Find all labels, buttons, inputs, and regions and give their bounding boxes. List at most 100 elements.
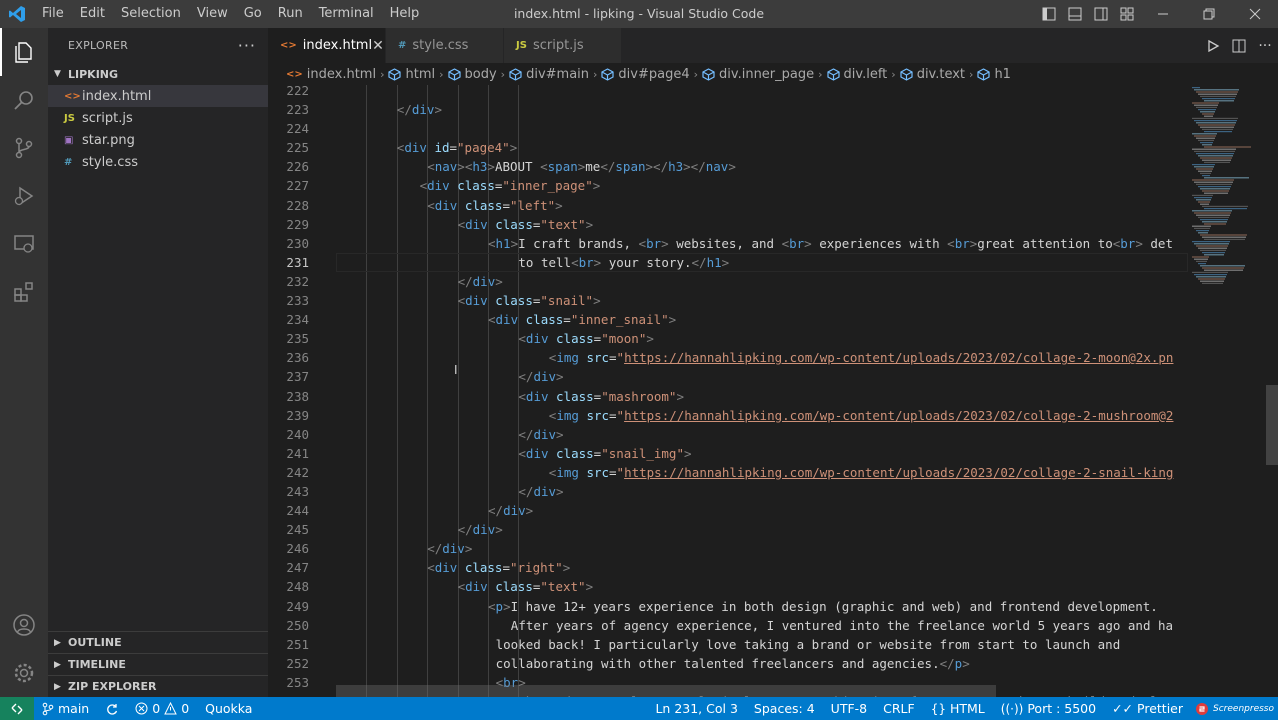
menu-item-edit[interactable]: Edit	[72, 0, 113, 28]
code-line[interactable]: 236 <img src="https://hannahlipking.com/w…	[268, 348, 1188, 367]
code-line[interactable]: 252 collaborating with other talented fre…	[268, 654, 1188, 673]
split-editor-icon[interactable]	[1226, 28, 1252, 63]
code-line[interactable]: 228 <div class="left">	[268, 196, 1188, 215]
code-line[interactable]: 223 </div>	[268, 100, 1188, 119]
accounts-icon[interactable]	[0, 601, 48, 649]
file-item[interactable]: ▣ star.png	[48, 129, 268, 151]
line-number: 231	[286, 254, 309, 270]
code-line[interactable]: 241 <div class="snail_img">	[268, 444, 1188, 463]
end-of-line[interactable]: CRLF	[875, 697, 923, 720]
remote-indicator-icon[interactable]	[0, 697, 34, 720]
indentation[interactable]: Spaces: 4	[746, 697, 823, 720]
code-line[interactable]: 239 <img src="https://hannahlipking.com/w…	[268, 406, 1188, 425]
folder-header[interactable]: ▼ LIPKING	[48, 63, 268, 85]
breadcrumb-item[interactable]: h1	[977, 67, 1011, 82]
menu-item-view[interactable]: View	[189, 0, 236, 28]
toggle-panel-icon[interactable]	[1062, 0, 1088, 28]
code-line[interactable]: 226 <nav><h3>ABOUT <span>me</span></h3></…	[268, 157, 1188, 176]
extensions-icon[interactable]	[0, 268, 48, 316]
code-line[interactable]: 247 <div class="right">	[268, 558, 1188, 577]
code-line[interactable]: 245 </div>	[268, 520, 1188, 539]
manage-gear-icon[interactable]	[0, 649, 48, 697]
code-line[interactable]: 248 <div class="text">	[268, 577, 1188, 596]
encoding[interactable]: UTF-8	[823, 697, 875, 720]
outline-section[interactable]: ▶ OUTLINE	[48, 631, 268, 653]
code-line[interactable]: 222	[268, 85, 1188, 100]
minimap-line	[1204, 223, 1226, 225]
code-line[interactable]: 237 </div>	[268, 367, 1188, 386]
run-and-debug-icon[interactable]	[0, 172, 48, 220]
source-control-icon[interactable]	[0, 124, 48, 172]
language-mode[interactable]: {} HTML	[923, 697, 993, 720]
timeline-section[interactable]: ▶ TIMELINE	[48, 653, 268, 675]
breadcrumb-item[interactable]: <> index.html	[286, 67, 376, 82]
breadcrumb-item[interactable]: div.inner_page	[702, 67, 814, 82]
code-line[interactable]: 250 After years of agency experience, I v…	[268, 616, 1188, 635]
minimap-line	[1202, 190, 1229, 192]
code-line[interactable]: 235 <div class="moon">	[268, 329, 1188, 348]
code-line[interactable]: 240 </div>	[268, 425, 1188, 444]
code-line[interactable]: 225 <div id="page4">	[268, 138, 1188, 157]
toggle-primary-sidebar-icon[interactable]	[1036, 0, 1062, 28]
code-line[interactable]: 231 to tell<br> your story.</h1>	[268, 252, 1188, 272]
quokka-indicator[interactable]: Quokka	[197, 697, 260, 720]
code-line[interactable]: 251 looked back! I particularly love taki…	[268, 635, 1188, 654]
cursor-position[interactable]: Ln 231, Col 3	[647, 697, 745, 720]
live-server-port[interactable]: ((·)) Port : 5500	[993, 697, 1104, 720]
menu-item-run[interactable]: Run	[270, 0, 311, 28]
minimap[interactable]	[1188, 85, 1264, 697]
branch-indicator[interactable]: main	[34, 697, 97, 720]
code-line[interactable]: 233 <div class="snail">	[268, 291, 1188, 310]
breadcrumb-item[interactable]: html	[388, 67, 435, 82]
file-item[interactable]: JS script.js	[48, 107, 268, 129]
menu-item-terminal[interactable]: Terminal	[311, 0, 382, 28]
code-editor[interactable]: 222 223 </div> 224 225 <div id="page4"> 226 <na…	[268, 85, 1278, 697]
sync-icon[interactable]	[97, 697, 127, 720]
tab-index-html[interactable]: <> index.html ✕	[268, 28, 386, 63]
close-window-icon[interactable]	[1232, 0, 1278, 28]
remote-explorer-icon[interactable]	[0, 220, 48, 268]
more-actions-icon[interactable]: ···	[1252, 28, 1278, 63]
code-line[interactable]: 227 <div class="inner_page">	[268, 176, 1188, 195]
tab-style-css[interactable]: # style.css	[386, 28, 504, 63]
code-line[interactable]: 242 <img src="https://hannahlipking.com/w…	[268, 463, 1188, 482]
code-line[interactable]: 229 <div class="text">	[268, 215, 1188, 234]
breadcrumb-item[interactable]: div.text	[900, 67, 965, 82]
breadcrumb-item[interactable]: div#page4	[601, 67, 690, 82]
menu-item-selection[interactable]: Selection	[113, 0, 189, 28]
search-icon[interactable]	[0, 76, 48, 124]
menu-item-go[interactable]: Go	[236, 0, 270, 28]
minimize-icon[interactable]	[1140, 0, 1186, 28]
code-line[interactable]: 238 <div class="mashroom">	[268, 387, 1188, 406]
customize-layout-icon[interactable]	[1114, 0, 1140, 28]
code-line[interactable]: 249 <p>I have 12+ years experience in bot…	[268, 597, 1188, 616]
vertical-scrollbar[interactable]	[1266, 385, 1278, 465]
code-line[interactable]: 230 <h1>I craft brands, <br> websites, an…	[268, 234, 1188, 253]
code-line[interactable]: 232 </div>	[268, 272, 1188, 291]
code-token: https://hannahlipking.com/wp-content/upl…	[624, 407, 1174, 423]
breadcrumb-item[interactable]: div#main	[509, 67, 589, 82]
menu-item-file[interactable]: File	[34, 0, 72, 28]
close-icon[interactable]: ✕	[372, 38, 384, 54]
more-actions-icon[interactable]: ···	[238, 36, 256, 55]
breadcrumb-item[interactable]: div.left	[826, 67, 887, 82]
explorer-icon[interactable]	[0, 28, 48, 76]
code-token: br	[646, 235, 662, 251]
code-line[interactable]: 246 </div>	[268, 539, 1188, 558]
code-line[interactable]: 234 <div class="inner_snail">	[268, 310, 1188, 329]
file-item[interactable]: <> index.html	[48, 85, 268, 107]
breadcrumb-item[interactable]: body	[447, 67, 497, 82]
menu-item-help[interactable]: Help	[382, 0, 428, 28]
restore-icon[interactable]	[1186, 0, 1232, 28]
code-line[interactable]: 224	[268, 119, 1188, 138]
toggle-secondary-sidebar-icon[interactable]	[1088, 0, 1114, 28]
horizontal-scrollbar[interactable]	[336, 685, 996, 697]
code-line[interactable]: 243 </div>	[268, 482, 1188, 501]
zip-explorer-section[interactable]: ▶ ZIP EXPLORER	[48, 675, 268, 697]
prettier-indicator[interactable]: ✓✓ Prettier	[1104, 697, 1191, 720]
run-icon[interactable]	[1200, 28, 1226, 63]
file-item[interactable]: # style.css	[48, 151, 268, 173]
problems-indicator[interactable]: 0 0	[127, 697, 197, 720]
tab-script-js[interactable]: JS script.js	[504, 28, 622, 63]
code-line[interactable]: 244 </div>	[268, 501, 1188, 520]
